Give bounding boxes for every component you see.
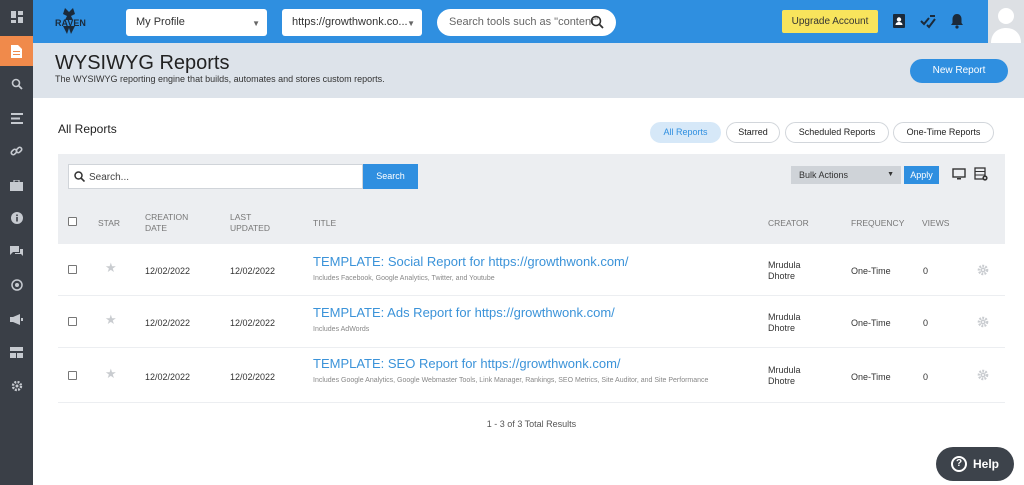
tool-search-placeholder: Search tools such as "content" — [449, 16, 599, 28]
settings-icon[interactable] — [0, 371, 33, 401]
search-button[interactable]: Search — [363, 164, 418, 189]
column-header-last-updated[interactable]: LAST UPDATED — [230, 212, 280, 234]
list-icon[interactable] — [0, 103, 33, 133]
link-icon[interactable] — [0, 136, 33, 166]
report-search-placeholder: Search... — [89, 172, 130, 183]
select-all-checkbox[interactable] — [68, 217, 77, 226]
table-row[interactable]: ★ 12/02/2022 12/02/2022 TEMPLATE: Social… — [58, 244, 1005, 296]
column-header-frequency[interactable]: FREQUENCY — [851, 218, 904, 229]
reports-icon[interactable] — [0, 36, 33, 66]
help-label: Help — [973, 457, 1000, 471]
gear-icon[interactable] — [977, 316, 989, 328]
frequency: One-Time — [851, 318, 891, 328]
monitor-icon[interactable] — [952, 167, 966, 181]
contacts-icon[interactable] — [891, 13, 907, 29]
table-row[interactable]: ★ 12/02/2022 12/02/2022 TEMPLATE: Ads Re… — [58, 296, 1005, 348]
star-icon[interactable]: ★ — [105, 366, 117, 382]
section-heading: All Reports — [58, 122, 117, 136]
creator: Mrudula Dhotre — [768, 365, 801, 386]
search-icon[interactable] — [590, 15, 604, 29]
tool-search-input[interactable]: Search tools such as "content" — [437, 9, 616, 36]
top-bar: RAVEN My Profile ▼ https://growthwonk.co… — [33, 0, 1024, 43]
last-updated: 12/02/2022 — [230, 318, 276, 328]
domain-select-value: https://growthwonk.co... — [292, 16, 408, 28]
tasks-icon[interactable] — [920, 13, 936, 29]
report-description: Includes Google Analytics, Google Webmas… — [313, 377, 709, 384]
page-header: WYSIWYG Reports The WYSIWYG reporting en… — [33, 43, 1024, 98]
report-description: Includes AdWords — [313, 326, 370, 333]
domain-select[interactable]: https://growthwonk.co... ▼ — [282, 9, 422, 36]
frequency: One-Time — [851, 266, 891, 276]
profile-select-value: My Profile — [136, 16, 185, 28]
last-updated: 12/02/2022 — [230, 266, 276, 276]
views: 0 — [923, 372, 929, 382]
star-icon[interactable]: ★ — [105, 312, 117, 328]
reports-panel: Search... Search Bulk Actions ▼ Apply ST… — [58, 154, 1005, 447]
column-header-star[interactable]: STAR — [98, 218, 120, 229]
filter-all-reports[interactable]: All Reports — [650, 122, 721, 143]
views: 0 — [923, 318, 929, 328]
report-title-link[interactable]: TEMPLATE: SEO Report for https://growthw… — [313, 356, 621, 371]
new-report-button[interactable]: New Report — [910, 59, 1008, 83]
filter-one-time-reports[interactable]: One-Time Reports — [893, 122, 994, 143]
profile-select[interactable]: My Profile ▼ — [126, 9, 267, 36]
target-icon[interactable] — [0, 270, 33, 300]
views: 0 — [923, 266, 929, 276]
logo-text: RAVEN — [55, 18, 86, 28]
chevron-down-icon: ▼ — [887, 171, 894, 178]
column-header-creation-date[interactable]: CREATION DATE — [145, 212, 195, 234]
column-header-creator[interactable]: CREATOR — [768, 218, 809, 229]
gear-icon[interactable] — [977, 369, 989, 381]
report-description: Includes Facebook, Google Analytics, Twi… — [313, 275, 495, 282]
report-title-link[interactable]: TEMPLATE: Ads Report for https://growthw… — [313, 305, 615, 320]
last-updated: 12/02/2022 — [230, 372, 276, 382]
briefcase-icon[interactable] — [0, 170, 33, 200]
search-icon — [74, 171, 85, 182]
star-icon[interactable]: ★ — [105, 260, 117, 276]
creation-date: 12/02/2022 — [145, 318, 191, 328]
search-icon[interactable] — [0, 69, 33, 99]
chevron-down-icon: ▼ — [407, 19, 415, 28]
table-footer: 1 - 3 of 3 Total Results — [58, 403, 1005, 447]
total-results: 1 - 3 of 3 Total Results — [486, 419, 577, 429]
dashboard-icon[interactable] — [0, 2, 33, 32]
avatar[interactable] — [988, 0, 1024, 43]
raven-logo[interactable]: RAVEN — [53, 6, 93, 36]
page-subtitle: The WYSIWYG reporting engine that builds… — [55, 74, 385, 84]
filter-starred[interactable]: Starred — [726, 122, 780, 143]
help-button[interactable]: ? Help — [936, 447, 1014, 481]
bell-icon[interactable] — [949, 13, 965, 29]
info-icon[interactable] — [0, 203, 33, 233]
creator: Mrudula Dhotre — [768, 312, 801, 333]
gear-icon[interactable] — [977, 264, 989, 276]
report-search-input[interactable]: Search... — [68, 164, 363, 189]
column-header-views[interactable]: VIEWS — [922, 218, 949, 229]
frequency: One-Time — [851, 372, 891, 382]
table-settings-icon[interactable] — [974, 167, 988, 181]
report-title-link[interactable]: TEMPLATE: Social Report for https://grow… — [313, 254, 629, 269]
row-checkbox[interactable] — [68, 265, 77, 274]
megaphone-icon[interactable] — [0, 304, 33, 334]
creation-date: 12/02/2022 — [145, 372, 191, 382]
upgrade-account-button[interactable]: Upgrade Account — [782, 10, 878, 33]
grid-icon[interactable] — [0, 337, 33, 367]
sidebar — [0, 0, 33, 485]
chevron-down-icon: ▼ — [252, 19, 260, 28]
help-icon: ? — [951, 456, 967, 472]
apply-button[interactable]: Apply — [904, 166, 939, 184]
creation-date: 12/02/2022 — [145, 266, 191, 276]
main-content: All Reports All Reports Starred Schedule… — [33, 98, 1024, 485]
row-checkbox[interactable] — [68, 371, 77, 380]
row-checkbox[interactable] — [68, 317, 77, 326]
bulk-actions-select[interactable]: Bulk Actions ▼ — [791, 166, 901, 184]
column-header-title[interactable]: TITLE — [313, 218, 336, 229]
bulk-actions-label: Bulk Actions — [799, 170, 849, 180]
filter-scheduled-reports[interactable]: Scheduled Reports — [785, 122, 889, 143]
creator: Mrudula Dhotre — [768, 260, 801, 281]
table-row[interactable]: ★ 12/02/2022 12/02/2022 TEMPLATE: SEO Re… — [58, 348, 1005, 403]
chat-icon[interactable] — [0, 237, 33, 267]
page-title: WYSIWYG Reports — [55, 52, 230, 74]
